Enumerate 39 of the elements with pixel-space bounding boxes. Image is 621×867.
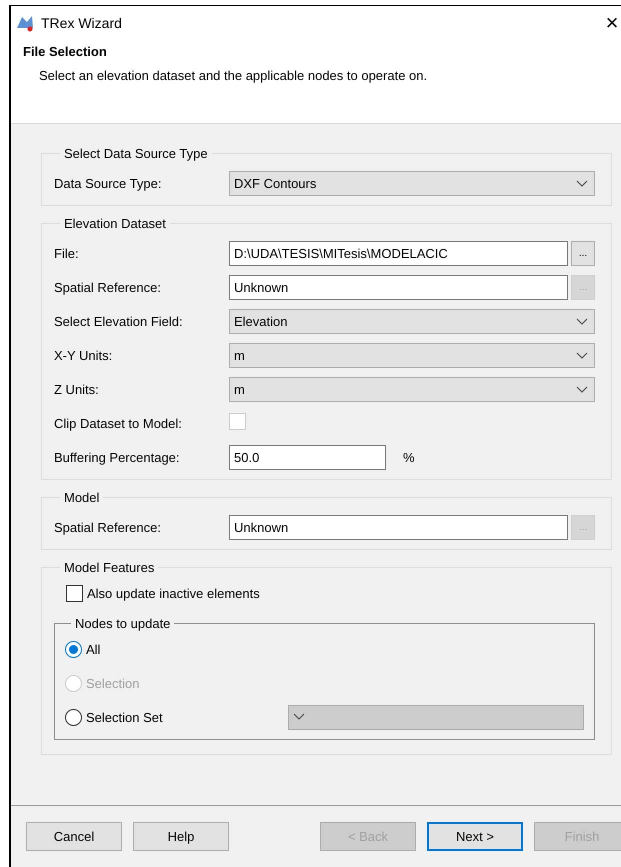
wizard-button[interactable]: Help bbox=[133, 822, 229, 851]
group-title: Elevation Dataset bbox=[63, 216, 167, 231]
group-title: Model bbox=[63, 490, 100, 505]
group-title: Nodes to update bbox=[74, 616, 172, 631]
radio-option[interactable]: Selection Set bbox=[65, 708, 288, 726]
checkbox[interactable] bbox=[229, 413, 246, 430]
field-label: Z Units: bbox=[54, 382, 100, 397]
wizard-button[interactable]: Next > bbox=[427, 822, 523, 851]
dropdown[interactable]: DXF Contours bbox=[229, 171, 595, 196]
chevron-down-icon bbox=[293, 713, 305, 721]
chevron-down-icon bbox=[576, 352, 588, 360]
app-icon bbox=[15, 14, 35, 32]
chevron-down-icon bbox=[576, 386, 588, 394]
dropdown[interactable]: Elevation bbox=[229, 309, 595, 334]
dropdown[interactable]: m bbox=[229, 343, 595, 368]
browse-button[interactable]: ... bbox=[571, 241, 595, 266]
chevron-down-icon bbox=[576, 180, 588, 188]
field-label: Select Elevation Field: bbox=[54, 314, 184, 329]
field-label: Data Source Type: bbox=[54, 176, 162, 191]
field-label: X-Y Units: bbox=[54, 348, 114, 363]
page-subtitle: Select an elevation dataset and the applicable nodes to operate on. bbox=[39, 68, 428, 83]
text-field[interactable]: 50.0 bbox=[229, 445, 386, 470]
field-label: Buffering Percentage: bbox=[54, 450, 181, 465]
wizard-button[interactable]: Cancel bbox=[26, 822, 122, 851]
field-label: File: bbox=[54, 246, 80, 261]
unit-label: % bbox=[403, 450, 415, 465]
radio-option[interactable]: All bbox=[65, 640, 288, 658]
chevron-down-icon bbox=[576, 318, 588, 326]
close-button[interactable]: × bbox=[600, 10, 621, 36]
text-field[interactable]: D:\UDA\TESIS\MITesis\MODELACIC bbox=[229, 241, 568, 266]
group-title: Select Data Source Type bbox=[63, 146, 209, 161]
page-title: File Selection bbox=[23, 44, 108, 59]
field-label: Clip Dataset to Model: bbox=[54, 416, 183, 430]
field-label: Spatial Reference: bbox=[54, 520, 162, 535]
group-title: Model Features bbox=[63, 560, 156, 575]
window-title: TRex Wizard bbox=[41, 15, 123, 31]
dropdown[interactable]: m bbox=[229, 377, 595, 402]
dropdown[interactable] bbox=[288, 704, 584, 730]
field-label: Spatial Reference: bbox=[54, 280, 162, 295]
